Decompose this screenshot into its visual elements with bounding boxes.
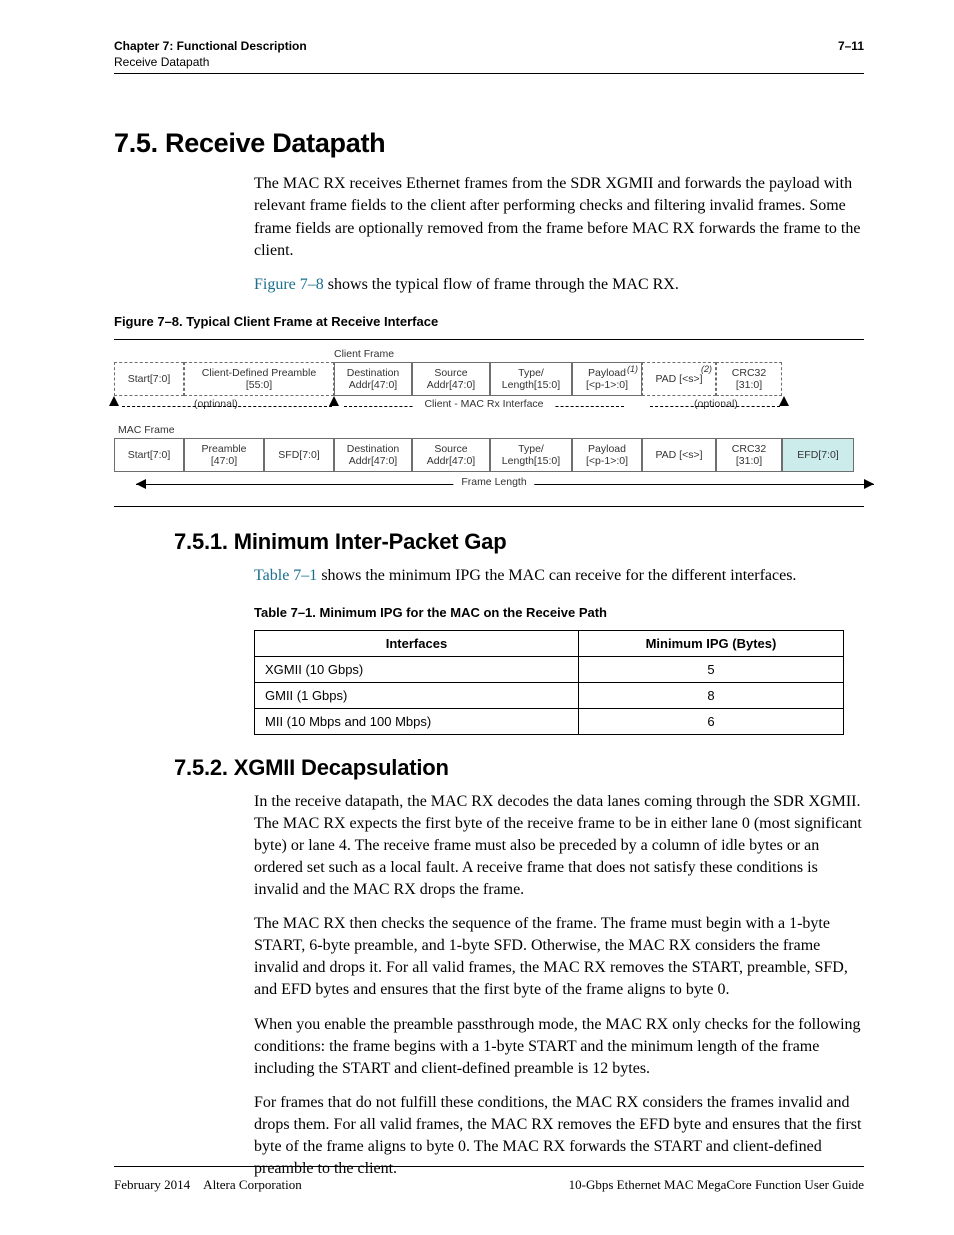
heading-7-5: 7.5. Receive Datapath	[114, 128, 864, 159]
table-row: GMII (1 Gbps) 8	[255, 682, 844, 708]
mac-src-cell: SourceAddr[47:0]	[412, 438, 490, 472]
cell-ipg: 8	[578, 682, 843, 708]
optional-label-left: (optional)	[194, 398, 238, 410]
para-7-5-2-3: When you enable the preamble passthrough…	[254, 1014, 864, 1080]
figure-7-8: Client Frame Start[7:0] Client-Defined P…	[114, 339, 864, 507]
mac-crc-cell: CRC32[31:0]	[716, 438, 782, 472]
para-7-5-figref: Figure 7–8 shows the typical flow of fra…	[254, 274, 864, 296]
mac-typelen-cell: Type/Length[15:0]	[490, 438, 572, 472]
header-section-line: Receive Datapath	[114, 54, 307, 70]
client-payload-cell: Payload[<p-1>:0] (1)	[572, 362, 642, 396]
mac-frame-row: Start[7:0] Preamble[47:0] SFD[7:0] Desti…	[114, 438, 874, 472]
header-left: Chapter 7: Functional Description Receiv…	[114, 38, 307, 70]
mac-dst-cell: DestinationAddr[47:0]	[334, 438, 412, 472]
client-preamble-cell: Client-Defined Preamble[55:0]	[184, 362, 334, 396]
th-min-ipg: Minimum IPG (Bytes)	[578, 630, 843, 656]
para-7-5-figref-tail: shows the typical flow of frame through …	[324, 276, 679, 293]
frame-length-indicator: Frame Length	[114, 476, 874, 498]
table-7-1-caption: Table 7–1. Minimum IPG for the MAC on th…	[254, 605, 844, 620]
client-frame-label: Client Frame	[334, 348, 874, 360]
optional-dash-left	[122, 406, 332, 407]
heading-7-5-1: 7.5.1. Minimum Inter-Packet Gap	[174, 529, 864, 555]
cell-ipg: 6	[578, 708, 843, 734]
client-frame-row: Start[7:0] Client-Defined Preamble[55:0]…	[114, 362, 874, 396]
table-row: MII (10 Mbps and 100 Mbps) 6	[255, 708, 844, 734]
client-mac-interface-row: (optional) Client - MAC Rx Interface (op…	[114, 396, 874, 420]
arrow-up-mid	[329, 396, 339, 406]
frame-length-label: Frame Length	[453, 476, 534, 488]
cell-if: MII (10 Mbps and 100 Mbps)	[255, 708, 579, 734]
page-header: Chapter 7: Functional Description Receiv…	[114, 38, 864, 70]
page-footer: February 2014 Altera Corporation 10-Gbps…	[114, 1177, 864, 1193]
page-number: 7–11	[838, 38, 864, 70]
footer-rule	[114, 1166, 864, 1167]
figure-7-8-xref[interactable]: Figure 7–8	[254, 276, 324, 293]
interface-label: Client - MAC Rx Interface	[412, 398, 555, 410]
client-src-cell: SourceAddr[47:0]	[412, 362, 490, 396]
cell-ipg: 5	[578, 656, 843, 682]
para-7-5-1-tail: shows the minimum IPG the MAC can receiv…	[317, 567, 796, 584]
para-7-5-intro: The MAC RX receives Ethernet frames from…	[254, 173, 864, 261]
para-7-5-1-tabref: Table 7–1 shows the minimum IPG the MAC …	[254, 565, 864, 587]
client-start-cell: Start[7:0]	[114, 362, 184, 396]
mac-start-cell: Start[7:0]	[114, 438, 184, 472]
mac-efd-cell: EFD[7:0]	[782, 438, 854, 472]
optional-label-right: (optional)	[694, 398, 738, 410]
cell-if: XGMII (10 Gbps)	[255, 656, 579, 682]
client-typelen-cell: Type/Length[15:0]	[490, 362, 572, 396]
arrow-up-left	[109, 396, 119, 406]
mac-payload-cell: Payload[<p-1>:0]	[572, 438, 642, 472]
client-dst-cell: DestinationAddr[47:0]	[334, 362, 412, 396]
optional-dash-right	[650, 406, 780, 407]
client-pad-cell: PAD [<s>] (2)	[642, 362, 716, 396]
cell-if: GMII (1 Gbps)	[255, 682, 579, 708]
footer-left: February 2014 Altera Corporation	[114, 1177, 302, 1193]
para-7-5-2-1: In the receive datapath, the MAC RX deco…	[254, 791, 864, 901]
mac-pad-cell: PAD [<s>]	[642, 438, 716, 472]
arrow-up-right	[779, 396, 789, 406]
mac-sfd-cell: SFD[7:0]	[264, 438, 334, 472]
frame-length-arrow-right	[864, 479, 874, 489]
figure-7-8-caption: Figure 7–8. Typical Client Frame at Rece…	[114, 314, 864, 329]
mac-frame-label: MAC Frame	[118, 424, 874, 436]
table-row: XGMII (10 Gbps) 5	[255, 656, 844, 682]
table-row: Interfaces Minimum IPG (Bytes)	[255, 630, 844, 656]
pad-note-ref: (2)	[701, 364, 712, 374]
chapter-line: Chapter 7: Functional Description	[114, 38, 307, 54]
client-crc-cell: CRC32[31:0]	[716, 362, 782, 396]
footer-right: 10-Gbps Ethernet MAC MegaCore Function U…	[569, 1177, 864, 1193]
header-rule	[114, 73, 864, 74]
table-7-1: Interfaces Minimum IPG (Bytes) XGMII (10…	[254, 630, 844, 735]
payload-note-ref: (1)	[627, 364, 638, 374]
para-7-5-2-2: The MAC RX then checks the sequence of t…	[254, 913, 864, 1001]
th-interfaces: Interfaces	[255, 630, 579, 656]
table-7-1-xref[interactable]: Table 7–1	[254, 567, 317, 584]
heading-7-5-2: 7.5.2. XGMII Decapsulation	[174, 755, 864, 781]
mac-preamble-cell: Preamble[47:0]	[184, 438, 264, 472]
